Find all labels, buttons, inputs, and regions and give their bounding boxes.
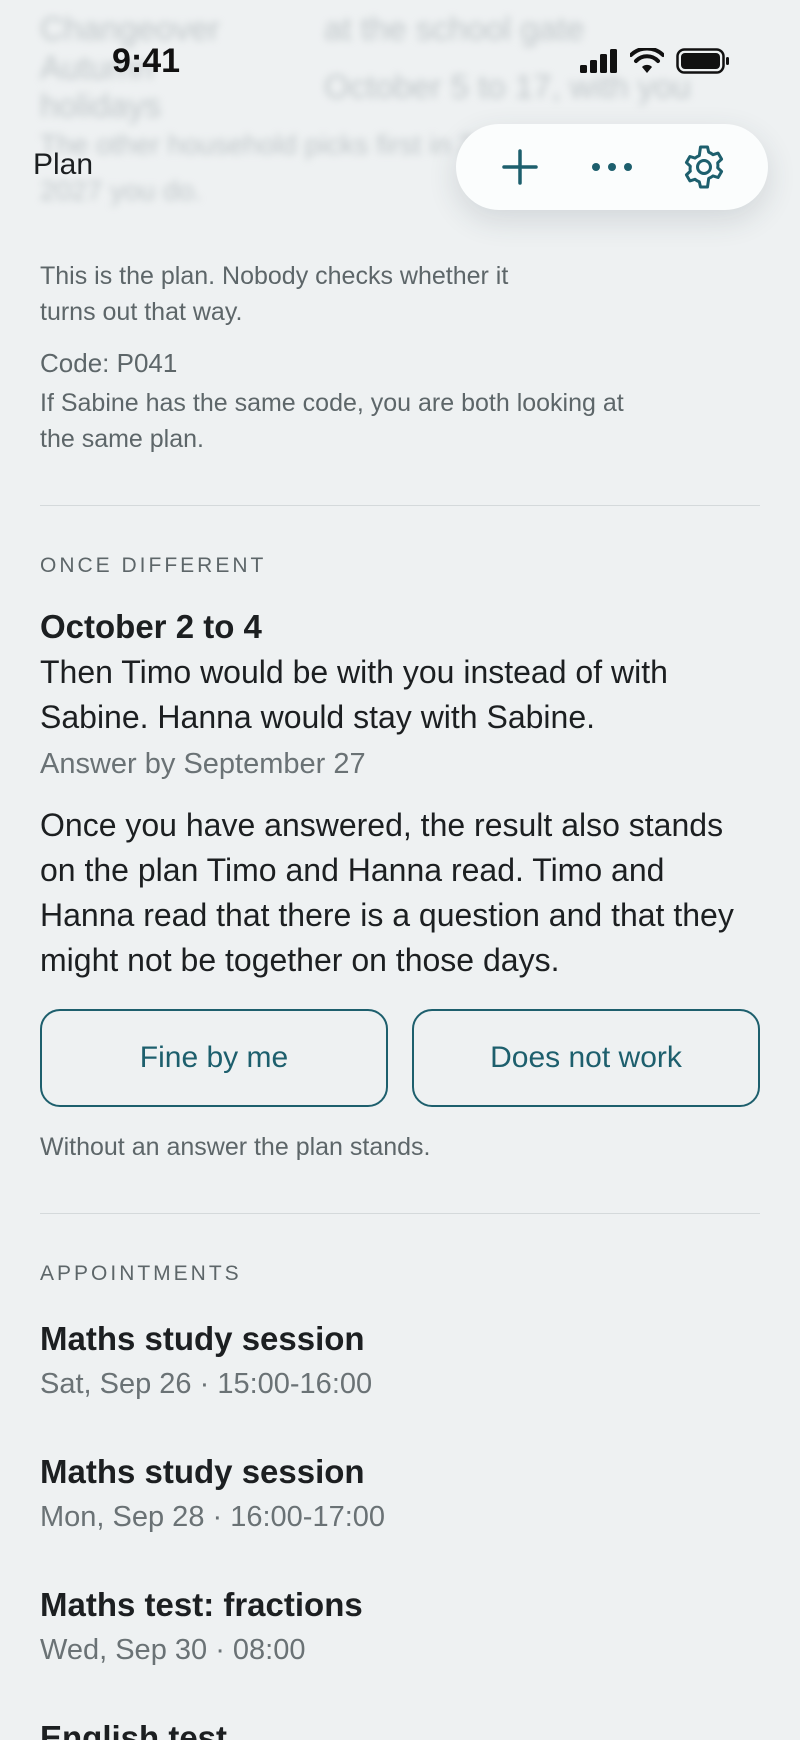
plan-code-note: If Sabine has the same code, you are bot… (40, 389, 624, 453)
section-label: ONCE DIFFERENT (40, 554, 267, 577)
answer-buttons: Fine by me Does not work (40, 1009, 760, 1107)
appointment-time: Mon, Sep 28 · 16:00-17:00 (40, 1501, 386, 1533)
appointment-title: Maths test: fractions (40, 1586, 363, 1623)
answer-footnote: Without an answer the plan stands. (40, 1133, 431, 1161)
plan-content: This is the plan. Nobody checks whether … (40, 258, 760, 1740)
does-not-work-button[interactable]: Does not work (412, 1009, 760, 1107)
settings-button[interactable] (674, 137, 734, 197)
page-title: Plan (33, 148, 94, 181)
plan-disclaimer: This is the plan. Nobody checks whether … (40, 262, 509, 326)
plus-icon (502, 149, 538, 185)
exception-description: Then Timo would be with you instead of w… (40, 654, 668, 735)
once-different-section: ONCE DIFFERENT October 2 to 4 Then Timo … (40, 554, 760, 1165)
status-time: 9:41 (112, 42, 181, 80)
appointment-title: English test (40, 1719, 228, 1740)
status-icons (580, 48, 730, 74)
toolbar-pill (456, 124, 768, 210)
appointment-time: Wed, Sep 30 · 08:00 (40, 1634, 306, 1666)
exception-explanation: Once you have answered, the result also … (40, 807, 734, 978)
section-label: APPOINTMENTS (40, 1262, 242, 1285)
appointment-item[interactable]: Maths study session Mon, Sep 28 · 16:00-… (40, 1453, 760, 1534)
divider (40, 1213, 760, 1214)
appointments-section: APPOINTMENTS Maths study session Sat, Se… (40, 1262, 760, 1740)
cellular-signal-icon (580, 49, 617, 73)
appointment-title: Maths study session (40, 1453, 365, 1490)
appointment-time: Sat, Sep 26 · 15:00-16:00 (40, 1368, 373, 1400)
exception-dates: October 2 to 4 (40, 608, 262, 645)
plan-code: Code: P041 (40, 348, 178, 378)
fine-by-me-button[interactable]: Fine by me (40, 1009, 388, 1107)
appointment-title: Maths study session (40, 1320, 365, 1357)
wifi-icon (630, 48, 664, 73)
status-bar: 9:41 (0, 0, 800, 120)
appointment-item[interactable]: Maths test: fractions Wed, Sep 30 · 08:0… (40, 1586, 760, 1667)
add-button[interactable] (490, 137, 550, 197)
plan-screen: Changeover at the school gate Autumn hol… (0, 0, 800, 1740)
divider (40, 505, 760, 506)
appointment-item[interactable]: English test (40, 1719, 760, 1740)
battery-icon (676, 48, 729, 74)
gear-icon (684, 145, 724, 189)
appointment-item[interactable]: Maths study session Sat, Sep 26 · 15:00-… (40, 1320, 760, 1401)
more-button[interactable] (582, 137, 642, 197)
answer-deadline: Answer by September 27 (40, 748, 366, 780)
more-icon (592, 163, 632, 171)
